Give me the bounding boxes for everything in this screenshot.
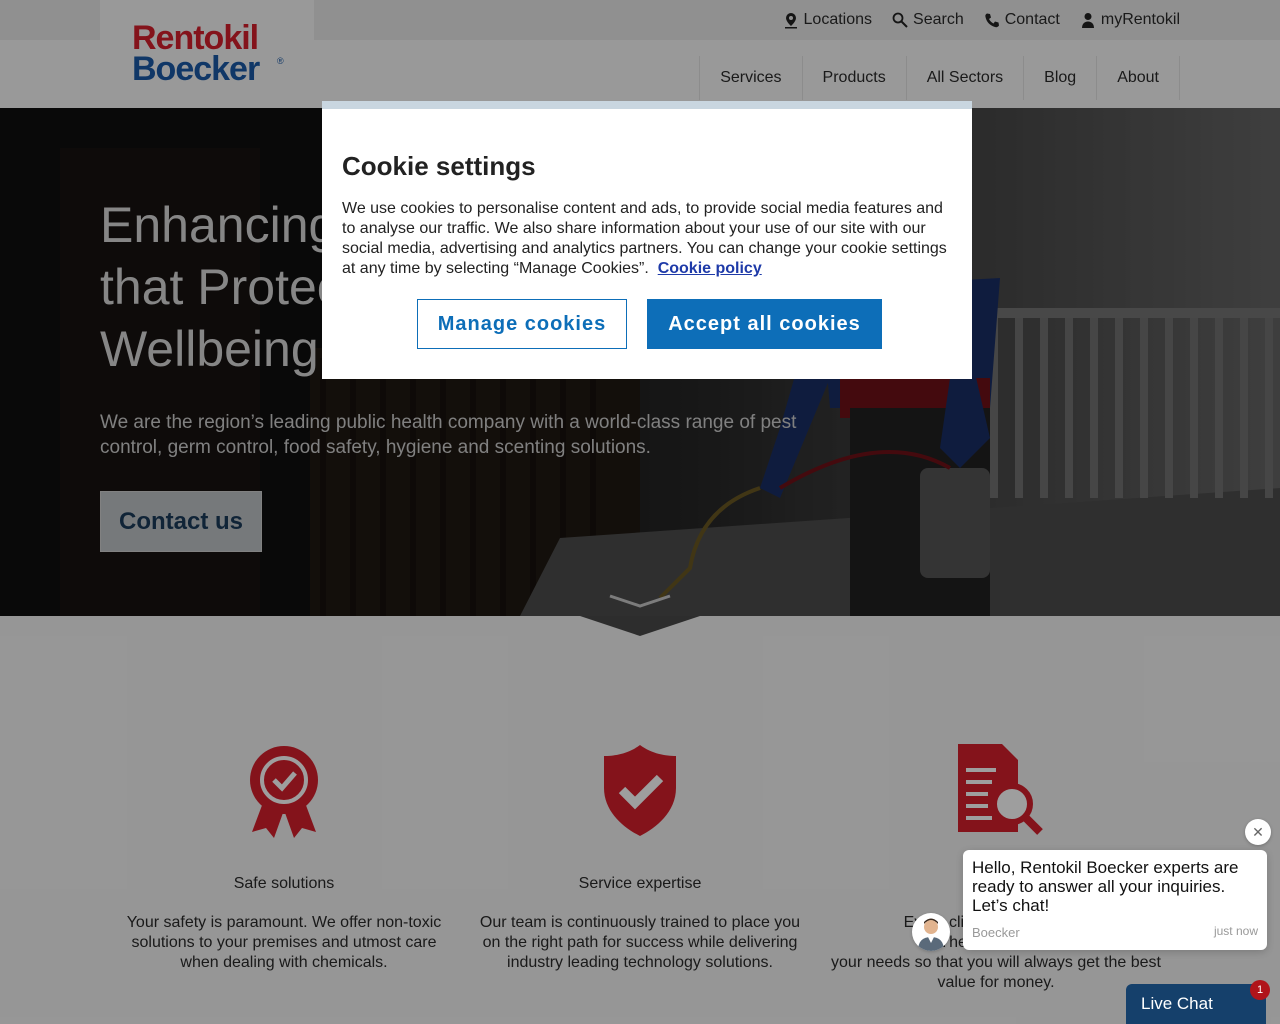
contact-label: Contact: [1004, 11, 1060, 28]
search-label: Search: [913, 11, 964, 28]
chat-message-text: Hello, Rentokil Boecker experts are read…: [972, 858, 1239, 915]
locations-link[interactable]: Locations: [783, 11, 873, 29]
feature-text: Our team is continuously trained to plac…: [479, 914, 801, 971]
hero-subtitle: We are the region’s leading public healt…: [100, 412, 797, 458]
live-chat-unread-badge: 1: [1250, 980, 1270, 1000]
nav-products[interactable]: Products: [801, 56, 906, 100]
cookie-settings-dialog: Cookie settings We use cookies to person…: [322, 101, 972, 379]
chat-close-icon[interactable]: ✕: [1245, 819, 1271, 845]
live-chat-button[interactable]: Live Chat: [1126, 984, 1266, 1024]
manage-cookies-button[interactable]: Manage cookies: [417, 299, 627, 349]
contact-us-button[interactable]: Contact us: [100, 491, 262, 552]
chat-message-bubble[interactable]: Hello, Rentokil Boecker experts are read…: [963, 850, 1267, 950]
chat-agent-avatar: [912, 913, 950, 951]
locations-label: Locations: [803, 11, 873, 28]
award-ribbon-icon: [250, 746, 318, 838]
myrentokil-label: myRentokil: [1100, 11, 1180, 28]
cookie-dialog-title: Cookie settings: [342, 151, 536, 181]
nav-blog[interactable]: Blog: [1023, 56, 1096, 100]
nav-services[interactable]: Services: [699, 56, 801, 100]
nav-all-sectors[interactable]: All Sectors: [905, 56, 1023, 100]
phone-icon: [985, 13, 999, 27]
location-pin-icon: [784, 12, 797, 28]
logo[interactable]: Rentokil Boecker ®: [100, 0, 314, 108]
feature-text-line-3: your needs so that you will always get t…: [831, 954, 1161, 971]
scroll-down-chevron-icon[interactable]: [608, 592, 672, 612]
feature-safe-solutions: Safe solutions Your safety is paramount.…: [109, 740, 459, 973]
search-icon: [892, 12, 908, 28]
shield-check-icon: [604, 745, 676, 836]
feature-title: Service expertise: [578, 875, 702, 892]
chat-sender-name: Boecker: [972, 925, 1020, 940]
hero-notch: [580, 616, 700, 636]
feature-text-line-4: value for money.: [937, 974, 1055, 991]
document-search-icon: [958, 744, 1043, 835]
feature-title: Safe solutions: [233, 875, 335, 892]
accept-all-cookies-button[interactable]: Accept all cookies: [647, 299, 882, 349]
myrentokil-link[interactable]: myRentokil: [1080, 11, 1180, 29]
cookie-dialog-text: We use cookies to personalise content an…: [342, 199, 954, 279]
cookie-body-text: We use cookies to personalise content an…: [342, 200, 947, 277]
cookie-policy-link[interactable]: Cookie policy: [658, 260, 762, 277]
user-icon: [1081, 12, 1094, 28]
chat-timestamp: just now: [1213, 924, 1258, 938]
nav-about[interactable]: About: [1096, 56, 1180, 100]
utility-links: Locations Search Contact myRentokil: [783, 11, 1180, 29]
feature-text: Your safety is paramount. We offer non-t…: [126, 914, 442, 971]
logo-registered-mark: ®: [277, 56, 284, 66]
main-nav: Services Products All Sectors Blog About: [699, 56, 1180, 100]
contact-link[interactable]: Contact: [984, 11, 1060, 29]
feature-service-expertise: Service expertise Our team is continuous…: [465, 740, 815, 973]
agent-avatar-icon: [918, 918, 944, 951]
search-link[interactable]: Search: [892, 11, 964, 29]
logo-text-boecker: Boecker: [132, 50, 260, 88]
